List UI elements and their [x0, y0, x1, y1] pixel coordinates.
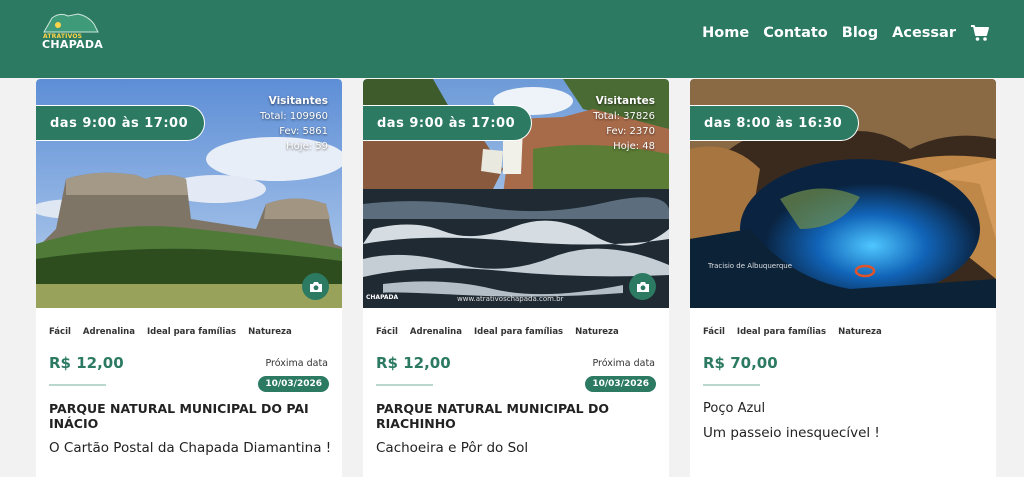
tag: Ideal para famílias: [146, 327, 237, 337]
tag-list: Fácil Adrenalina Ideal para famílias Nat…: [49, 327, 292, 337]
visitors-title: Visitantes: [268, 95, 328, 107]
top-bar: ATRATIVOS CHAPADA Home Contato Blog Aces…: [0, 0, 1024, 78]
tag: Natureza: [838, 327, 882, 337]
visitor-stats: Visitantes Total: 109960 Fev: 5861 Hoje:…: [260, 94, 328, 154]
nav-login[interactable]: Acessar: [892, 25, 956, 41]
price: R$ 12,00: [49, 354, 124, 372]
card-subtitle: O Cartão Postal da Chapada Diamantina !: [49, 440, 332, 456]
photo-credit: Tracisio de Albuquerque: [708, 262, 793, 270]
card-title[interactable]: Poço Azul: [703, 401, 983, 416]
next-date-label: Próxima data: [265, 358, 328, 369]
tag: Fácil: [376, 327, 398, 337]
card-image[interactable]: das 8:00 às 16:30 Tracisio de Albuquerqu…: [690, 79, 996, 308]
visitors-month: Fev: 5861: [279, 126, 328, 137]
logo-name: CHAPADA: [42, 38, 104, 51]
visitors-month: Fev: 2370: [606, 126, 655, 137]
next-date-badge: 10/03/2026: [585, 376, 656, 392]
photo-watermark: www.atrativoschapada.com.br: [457, 295, 564, 303]
tag: Ideal para famílias: [473, 327, 564, 337]
nav-blog[interactable]: Blog: [842, 25, 878, 41]
visitors-total: Total: 37826: [593, 111, 655, 122]
price-divider: [49, 384, 106, 386]
visitors-title: Visitantes: [595, 95, 655, 107]
visitor-stats: Visitantes Total: 37826 Fev: 2370 Hoje: …: [593, 94, 655, 154]
cart-icon[interactable]: [970, 24, 990, 42]
tag-list: Fácil Ideal para famílias Natureza: [703, 327, 882, 337]
nav-home[interactable]: Home: [702, 25, 749, 41]
tag: Natureza: [248, 327, 292, 337]
tag: Adrenalina: [82, 327, 135, 337]
visitors-today: Hoje: 59: [286, 141, 328, 152]
opening-hours-badge: das 9:00 às 17:00: [363, 105, 533, 141]
main-nav: Home Contato Blog Acessar: [702, 22, 990, 44]
photo-logo-tag: CHAPADA: [366, 294, 399, 301]
price: R$ 12,00: [376, 354, 451, 372]
nav-contact[interactable]: Contato: [763, 25, 828, 41]
card-subtitle: Um passeio inesquecível !: [703, 425, 880, 441]
tag: Adrenalina: [409, 327, 462, 337]
visitors-today: Hoje: 48: [613, 141, 655, 152]
card-image[interactable]: das 9:00 às 17:00 Visitantes Total: 1099…: [36, 79, 342, 308]
card-subtitle: Cachoeira e Pôr do Sol: [376, 440, 529, 456]
price: R$ 70,00: [703, 354, 778, 372]
tag-list: Fácil Adrenalina Ideal para famílias Nat…: [376, 327, 619, 337]
site-logo[interactable]: ATRATIVOS CHAPADA: [38, 10, 104, 54]
attraction-card[interactable]: das 8:00 às 16:30 Tracisio de Albuquerqu…: [690, 79, 996, 477]
card-title[interactable]: PARQUE NATURAL MUNICIPAL DO RIACHINHO: [376, 401, 656, 431]
opening-hours-badge: das 9:00 às 17:00: [36, 105, 206, 141]
visitors-total: Total: 109960: [259, 111, 328, 122]
card-title[interactable]: PARQUE NATURAL MUNICIPAL DO PAI INÁCIO: [49, 401, 329, 431]
tag: Fácil: [703, 327, 725, 337]
gallery-button[interactable]: [629, 273, 656, 300]
next-date-label: Próxima data: [592, 358, 655, 369]
attraction-card[interactable]: das 9:00 às 17:00 Visitantes Total: 1099…: [36, 79, 342, 477]
next-date-badge: 10/03/2026: [258, 376, 329, 392]
camera-icon: [309, 281, 322, 292]
gallery-button[interactable]: [302, 273, 329, 300]
card-image[interactable]: das 9:00 às 17:00 Visitantes Total: 3782…: [363, 79, 669, 308]
tag: Ideal para famílias: [736, 327, 827, 337]
camera-icon: [636, 281, 649, 292]
price-divider: [376, 384, 433, 386]
tag: Natureza: [575, 327, 619, 337]
attraction-card[interactable]: das 9:00 às 17:00 Visitantes Total: 3782…: [363, 79, 669, 477]
opening-hours-badge: das 8:00 às 16:30: [690, 105, 860, 141]
price-divider: [703, 384, 760, 386]
tag: Fácil: [49, 327, 71, 337]
